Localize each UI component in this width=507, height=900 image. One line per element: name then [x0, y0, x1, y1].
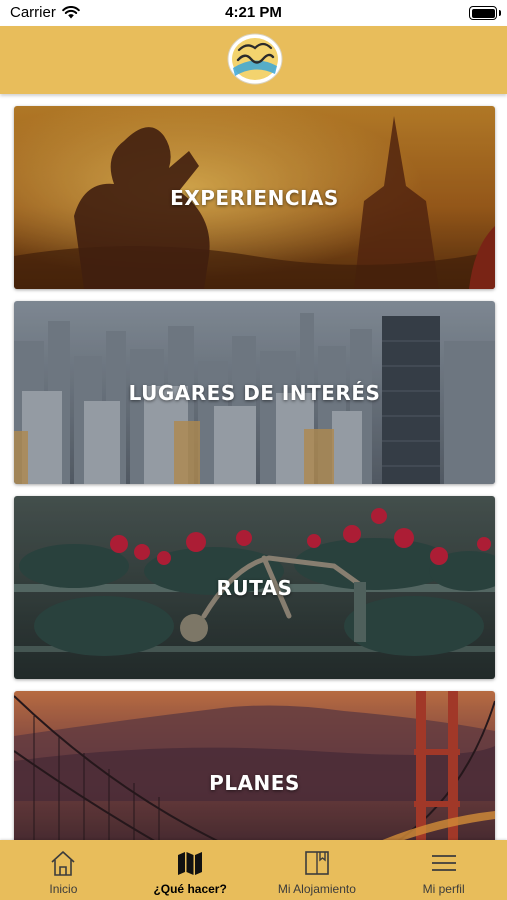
category-label: EXPERIENCIAS [170, 185, 339, 210]
status-bar: Carrier 4:21 PM [0, 0, 507, 26]
tab-que-hacer[interactable]: ¿Qué hacer? [127, 840, 254, 900]
tab-label: Mi Alojamiento [277, 882, 356, 896]
home-icon [51, 851, 75, 876]
tab-bar: Inicio ¿Qué hacer? Mi Alojamiento Mi per… [0, 840, 507, 900]
map-icon [178, 852, 203, 875]
tab-mi-alojamiento[interactable]: Mi Alojamiento [254, 840, 381, 900]
menu-icon [431, 855, 456, 871]
category-list: EXPERIENCIAS LUGARES DE INTERÉS RUTAS PL… [0, 94, 507, 840]
category-label: LUGARES DE INTERÉS [128, 380, 381, 405]
tab-label: Mi perfil [422, 882, 465, 896]
category-card-lugares-de-interes[interactable]: LUGARES DE INTERÉS [14, 301, 495, 484]
category-card-experiencias[interactable]: EXPERIENCIAS [14, 106, 495, 289]
tab-mi-perfil[interactable]: Mi perfil [380, 840, 507, 900]
app-header [0, 26, 507, 94]
brand-logo[interactable] [225, 30, 285, 88]
tab-inicio[interactable]: Inicio [0, 840, 127, 900]
category-card-planes[interactable]: PLANES [14, 691, 495, 840]
tab-label: ¿Qué hacer? [153, 882, 227, 896]
status-time: 4:21 PM [225, 4, 282, 21]
category-label: PLANES [209, 770, 300, 795]
book-icon [305, 851, 329, 875]
battery-icon [469, 6, 501, 20]
category-label: RUTAS [216, 575, 293, 600]
tab-label: Inicio [49, 882, 78, 896]
category-card-rutas[interactable]: RUTAS [14, 496, 495, 679]
